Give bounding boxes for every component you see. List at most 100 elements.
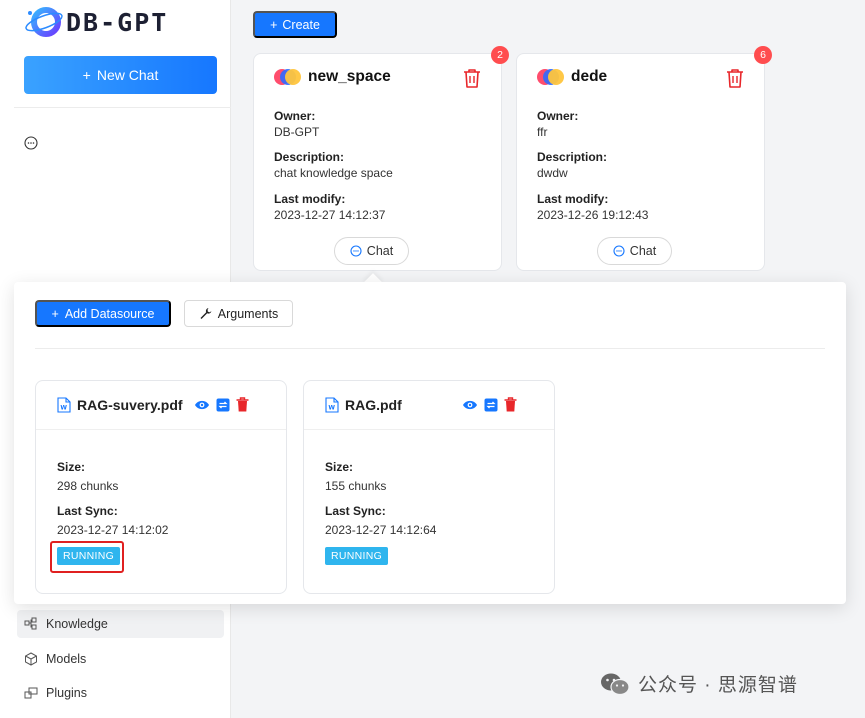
description-label: Description: [274,150,345,164]
last-sync-field: Last Sync: 2023-12-27 14:12:64 [325,503,436,538]
svg-text:W: W [328,405,335,412]
wrench-icon [200,308,212,319]
delete-icon[interactable] [463,68,481,88]
logo-text: DB-GPT [66,7,169,37]
panel-divider [35,348,825,349]
size-field: Size: 298 chunks [57,459,118,494]
chat-label: Chat [366,244,394,258]
eye-icon[interactable] [194,398,210,412]
space-card[interactable]: 2 new_space Owner: DB-GPT Description: c… [253,46,509,271]
chat-bubble-icon [613,245,625,257]
chat-bubble-icon [350,245,362,257]
notification-badge: 2 [491,46,509,64]
add-datasource-label: Add Datasource [64,306,155,321]
space-logo-icon [274,68,301,86]
sidebar-divider [14,107,231,108]
last-sync-value: 2023-12-27 14:12:02 [57,523,169,537]
last-modify-field: Last modify: 2023-12-27 14:12:37 [274,191,385,223]
svg-text:W: W [60,405,67,412]
chat-bubble-icon[interactable] [24,136,38,150]
plus-icon: + [51,306,59,321]
new-chat-label: New Chat [96,67,159,83]
last-sync-field: Last Sync: 2023-12-27 14:12:02 [57,503,168,538]
sidebar-item-knowledge[interactable]: Knowledge [17,610,224,638]
add-datasource-button[interactable]: + Add Datasource [35,300,171,327]
last-modify-value: 2023-12-26 19:12:43 [537,208,649,222]
owner-field: Owner: DB-GPT [274,108,319,140]
models-icon [25,652,37,666]
document-actions [462,397,517,412]
size-value: 155 chunks [325,479,387,493]
annotation-highlight-box [50,541,124,573]
document-title: W RAG-suvery.pdf [57,397,183,413]
document-card[interactable]: W RAG.pdf Size: 155 chunks Last Sync: 20… [303,380,555,594]
delete-icon[interactable] [504,397,517,412]
last-sync-label: Last Sync: [57,504,118,518]
description-label: Description: [537,150,608,164]
description-field: Description: chat knowledge space [274,149,393,181]
eye-icon[interactable] [462,398,478,412]
document-name: RAG-suvery.pdf [77,397,183,413]
document-card-header: W RAG-suvery.pdf [36,381,286,430]
description-value: chat knowledge space [274,166,393,180]
delete-icon[interactable] [236,397,249,412]
status-badge: RUNNING [325,547,389,565]
sidebar-item-models[interactable]: Models [17,645,224,673]
chat-label: Chat [629,244,657,258]
last-sync-value: 2023-12-27 14:12:64 [325,523,437,537]
document-name: RAG.pdf [345,397,402,413]
watermark: 公众号 · 思源智谱 [600,670,798,697]
size-label: Size: [57,460,86,474]
word-file-icon: W [325,397,339,413]
sidebar-item-label: Plugins [46,686,87,700]
sync-icon[interactable] [216,398,230,412]
size-label: Size: [325,460,354,474]
wechat-icon [601,673,630,695]
owner-label: Owner: [274,109,316,123]
arguments-label: Arguments [217,306,279,321]
sidebar-item-label: Models [46,652,87,666]
arguments-button[interactable]: Arguments [184,300,293,327]
last-modify-value: 2023-12-27 14:12:37 [274,208,386,222]
plugins-icon [24,687,38,699]
watermark-text: 公众号 · 思源智谱 [638,675,798,696]
notification-badge: 6 [754,46,772,64]
document-card[interactable]: W RAG-suvery.pdf Size: 298 chunks Last S… [35,380,287,594]
size-field: Size: 155 chunks [325,459,386,494]
plus-icon: + [82,67,91,83]
knowledge-icon [24,617,37,630]
plus-icon: + [270,17,278,32]
db-gpt-logo-icon [25,7,63,37]
new-chat-button[interactable]: + New Chat [24,56,217,94]
description-value: dwdw [537,166,568,180]
space-chat-button[interactable]: Chat [334,237,409,265]
datasource-panel: + Add Datasource Arguments W RAG-suvery.… [14,282,846,604]
sidebar-item-label: Knowledge [46,617,108,631]
size-value: 298 chunks [57,479,119,493]
document-card-header: W RAG.pdf [304,381,554,430]
owner-field: Owner: ffr [537,108,578,140]
last-sync-label: Last Sync: [325,504,386,518]
document-title: W RAG.pdf [325,397,402,413]
space-header: new_space [274,68,391,86]
owner-label: Owner: [537,109,579,123]
space-name: new_space [308,68,391,85]
last-modify-label: Last modify: [537,192,609,206]
app-logo[interactable]: DB-GPT [24,4,168,40]
space-name: dede [571,68,608,85]
owner-value: ffr [537,125,548,139]
last-modify-field: Last modify: 2023-12-26 19:12:43 [537,191,648,223]
create-button[interactable]: + Create [253,11,337,38]
sidebar-item-plugins[interactable]: Plugins [17,679,224,707]
create-label: Create [282,17,320,32]
space-header: dede [537,68,607,86]
sync-icon[interactable] [484,398,498,412]
space-card[interactable]: 6 dede Owner: ffr Description: dwdw Last… [516,46,772,271]
last-modify-label: Last modify: [274,192,346,206]
space-logo-icon [537,68,564,86]
word-file-icon: W [57,397,71,413]
space-chat-button[interactable]: Chat [597,237,672,265]
document-actions [194,397,249,412]
owner-value: DB-GPT [274,125,320,139]
delete-icon[interactable] [726,68,744,88]
